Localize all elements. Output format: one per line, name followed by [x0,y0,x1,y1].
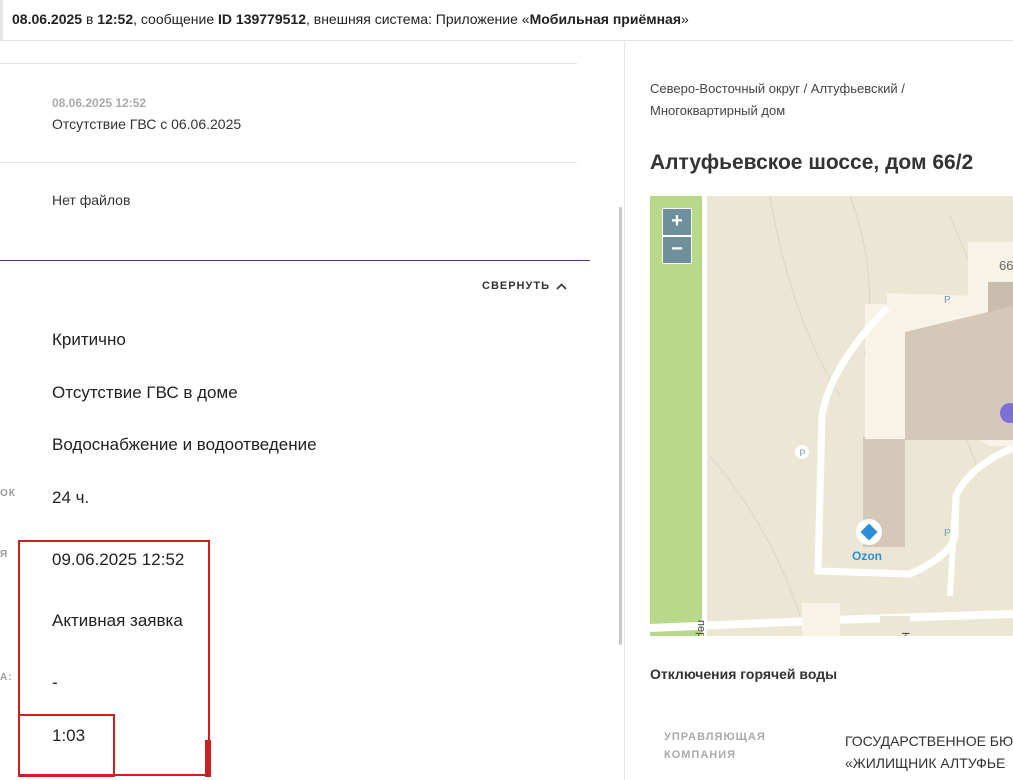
in-word: в [85,11,94,27]
address-title: Алтуфьевское шоссе, дом 66/2 [650,151,974,174]
message-text: , сообщение [133,11,219,27]
priority-value: Критично [52,330,126,349]
message-header: 08.06.2025 в 12:52, сообщение ID 1397795… [0,0,1013,41]
system-name: Мобильная приёмная [529,11,682,27]
management-label-line-2: КОМПАНИЯ [664,749,737,761]
comment-timestamp: 08.06.2025 12:52 [52,96,147,110]
message-time: 12:52 [97,11,134,27]
problem-value: Отсутствие ГВС в доме [52,383,238,402]
deadline-label: ОК [0,488,16,499]
highlight-box-timer [18,714,115,777]
comment-text: Отсутствие ГВС с 06.06.2025 [52,116,242,132]
svg-text:P: P [800,448,806,458]
management-value-line-2: «ЖИЛИЩНИК АЛТУФЬЕ [845,755,1006,771]
due-date-label: Я [0,549,9,560]
files-empty-text: Нет файлов [52,192,131,208]
section-divider [0,260,590,261]
deadline-value: 24 ч. [52,488,90,507]
close-quote: » [681,11,689,27]
map[interactable]: P P P Ozon 66 пер Н + − [650,196,1013,636]
management-value-line-1: ГОСУДАРСТВЕННОЕ БЮ [845,733,1013,749]
header-accent [0,0,3,40]
poi-label: Ozon [852,549,882,563]
street-label: Н [899,632,911,636]
comment-label: А: [0,672,13,683]
breadcrumb-line-2: Многоквартирный дом [650,103,786,118]
divider [0,63,577,64]
street-label: пер [695,620,707,636]
zoom-out-button[interactable]: − [662,236,692,264]
collapse-label: СВЕРНУТЬ [482,280,550,292]
house-number: 66 [999,258,1013,273]
management-company-label: УПРАВЛЯЮЩАЯ КОМПАНИЯ [664,728,794,764]
breadcrumb: Северо-Восточный округ / Алтуфьевский / … [650,78,990,122]
highlight-marker [205,740,211,777]
management-label-line-1: УПРАВЛЯЮЩАЯ [664,731,766,743]
map-canvas: P P P Ozon 66 пер Н [650,196,1013,636]
breadcrumb-line-1: Северо-Восточный округ / Алтуфьевский / [650,81,905,96]
category-value: Водоснабжение и водоотведение [52,435,317,454]
chevron-up-icon [556,282,567,290]
svg-text:P: P [944,528,951,539]
system-text: , внешняя система: Приложение « [305,11,530,27]
svg-text:P: P [944,295,951,306]
zoom-in-button[interactable]: + [662,208,692,236]
message-id: ID 139779512 [218,11,306,27]
collapse-button[interactable]: СВЕРНУТЬ [482,280,567,292]
management-company-value: ГОСУДАРСТВЕННОЕ БЮ «ЖИЛИЩНИК АЛТУФЬЕ [845,730,1013,774]
divider [0,162,577,163]
outages-title: Отключения горячей воды [650,666,838,682]
location-panel: Северо-Восточный округ / Алтуфьевский / … [625,40,1013,780]
message-date: 08.06.2025 [12,11,83,27]
message-info: 08.06.2025 в 12:52, сообщение ID 1397795… [12,11,689,27]
scrollbar[interactable] [619,207,622,645]
